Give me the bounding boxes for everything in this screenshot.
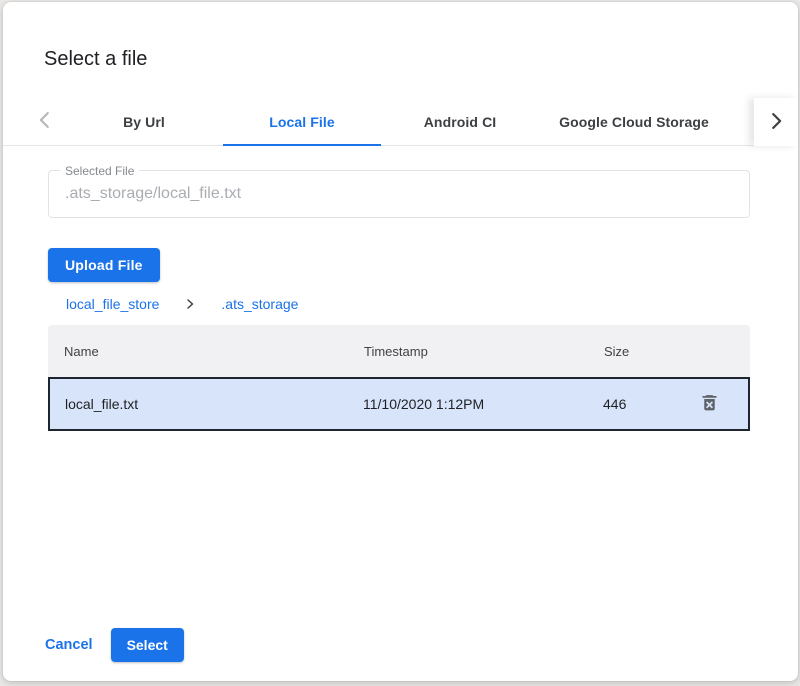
chevron-right-icon [184,298,196,310]
select-file-dialog: Select a file By Url Local File Android … [3,2,798,681]
tab-label: Local File [269,114,335,130]
tabs-next-button[interactable] [754,98,798,146]
dialog-title: Select a file [44,46,798,72]
tab-by-url[interactable]: By Url [65,98,223,145]
column-header-name: Name [48,344,348,359]
dialog-footer: Cancel Select [43,628,184,662]
upload-file-button-label: Upload File [65,257,143,273]
upload-file-button[interactable]: Upload File [48,248,160,282]
cancel-button-label: Cancel [45,637,93,653]
cell-size: 446 [588,396,684,412]
tab-google-cloud-storage[interactable]: Google Cloud Storage [539,98,729,145]
column-header-timestamp: Timestamp [348,344,588,359]
cell-timestamp: 11/10/2020 1:12PM [348,396,588,412]
delete-file-button[interactable] [692,387,726,421]
selected-file-label: Selected File [60,164,139,178]
cell-file-name: local_file.txt [50,396,348,412]
dialog-content: Selected File Upload File local_file_sto… [48,170,750,431]
active-tab-underline [223,144,381,146]
table-header-row: Name Timestamp Size [48,325,750,377]
tab-bar: By Url Local File Android CI Google Clou… [3,98,798,146]
tab-android-ci[interactable]: Android CI [381,98,539,145]
selected-file-input[interactable] [49,171,749,217]
breadcrumb-item-root[interactable]: local_file_store [66,296,159,312]
selected-file-field: Selected File [48,170,750,218]
tab-local-file[interactable]: Local File [223,98,381,145]
delete-forever-icon [699,392,720,416]
select-button[interactable]: Select [111,628,184,662]
breadcrumb-item-folder[interactable]: .ats_storage [221,296,298,312]
column-header-size: Size [588,344,684,359]
tab-label: Google Cloud Storage [559,114,709,130]
tab-label: By Url [123,114,165,130]
select-button-label: Select [127,637,168,653]
cancel-button[interactable]: Cancel [43,631,95,659]
breadcrumb: local_file_store .ats_storage [66,295,750,313]
table-row[interactable]: local_file.txt 11/10/2020 1:12PM 446 [48,377,750,431]
tab-label: Android CI [424,114,497,130]
tabs-previous-button[interactable] [25,98,65,145]
file-table: Name Timestamp Size local_file.txt 11/10… [48,325,750,431]
chevron-left-icon [34,109,56,134]
chevron-right-icon [765,110,787,135]
